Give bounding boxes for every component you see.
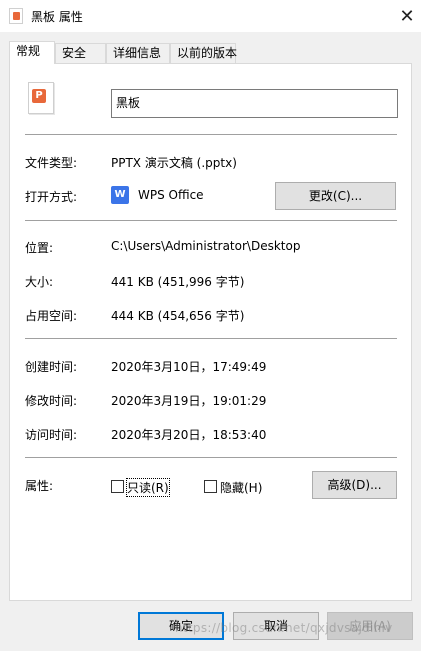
location-value: C:\Users\Administrator\Desktop xyxy=(111,239,301,253)
title-bar: 黑板 属性 ✕ xyxy=(0,0,421,32)
tab-general[interactable]: 常规 xyxy=(9,41,55,64)
location-label: 位置: xyxy=(25,241,54,255)
tab-details[interactable]: 详细信息 xyxy=(106,43,170,63)
window-title: 黑板 属性 xyxy=(31,10,83,24)
wps-office-icon: W xyxy=(111,186,129,204)
open-with-label: 打开方式: xyxy=(25,190,78,204)
divider xyxy=(25,134,397,135)
created-value: 2020年3月10日，17:49:49 xyxy=(111,360,267,374)
file-type-label: 文件类型: xyxy=(25,156,78,170)
pptx-file-icon xyxy=(9,8,23,24)
divider xyxy=(25,220,397,221)
general-panel: P 黑板 文件类型: PPTX 演示文稿 (.pptx) 打开方式: W WPS… xyxy=(9,63,412,601)
close-icon: ✕ xyxy=(399,5,415,27)
divider xyxy=(25,338,397,339)
readonly-checkbox[interactable] xyxy=(111,480,124,493)
divider xyxy=(25,457,397,458)
advanced-button[interactable]: 高级(D)... xyxy=(312,471,397,499)
ok-button[interactable]: 确定 xyxy=(138,612,224,640)
attributes-label: 属性: xyxy=(25,479,54,493)
apply-button[interactable]: 应用(A) xyxy=(327,612,413,640)
size-label: 大小: xyxy=(25,275,54,289)
modified-value: 2020年3月19日，19:01:29 xyxy=(111,394,267,408)
size-on-disk-value: 444 KB (454,656 字节) xyxy=(111,309,245,323)
tab-security[interactable]: 安全 xyxy=(55,43,106,63)
accessed-label: 访问时间: xyxy=(25,428,78,442)
size-on-disk-label: 占用空间: xyxy=(25,309,78,323)
readonly-label[interactable]: 只读(R) xyxy=(126,478,170,497)
created-label: 创建时间: xyxy=(25,360,78,374)
hidden-checkbox[interactable] xyxy=(204,480,217,493)
size-value: 441 KB (451,996 字节) xyxy=(111,275,245,289)
tab-previous-versions[interactable]: 以前的版本 xyxy=(170,43,237,63)
close-button[interactable]: ✕ xyxy=(393,0,421,32)
accessed-value: 2020年3月20日，18:53:40 xyxy=(111,428,267,442)
hidden-label[interactable]: 隐藏(H) xyxy=(220,479,262,496)
cancel-button[interactable]: 取消 xyxy=(233,612,319,640)
open-with-value: WPS Office xyxy=(138,188,204,202)
modified-label: 修改时间: xyxy=(25,394,78,408)
pptx-file-large-icon: P xyxy=(28,82,54,114)
file-name-field[interactable]: 黑板 xyxy=(111,89,398,118)
file-type-value: PPTX 演示文稿 (.pptx) xyxy=(111,156,237,170)
change-button[interactable]: 更改(C)... xyxy=(275,182,396,210)
